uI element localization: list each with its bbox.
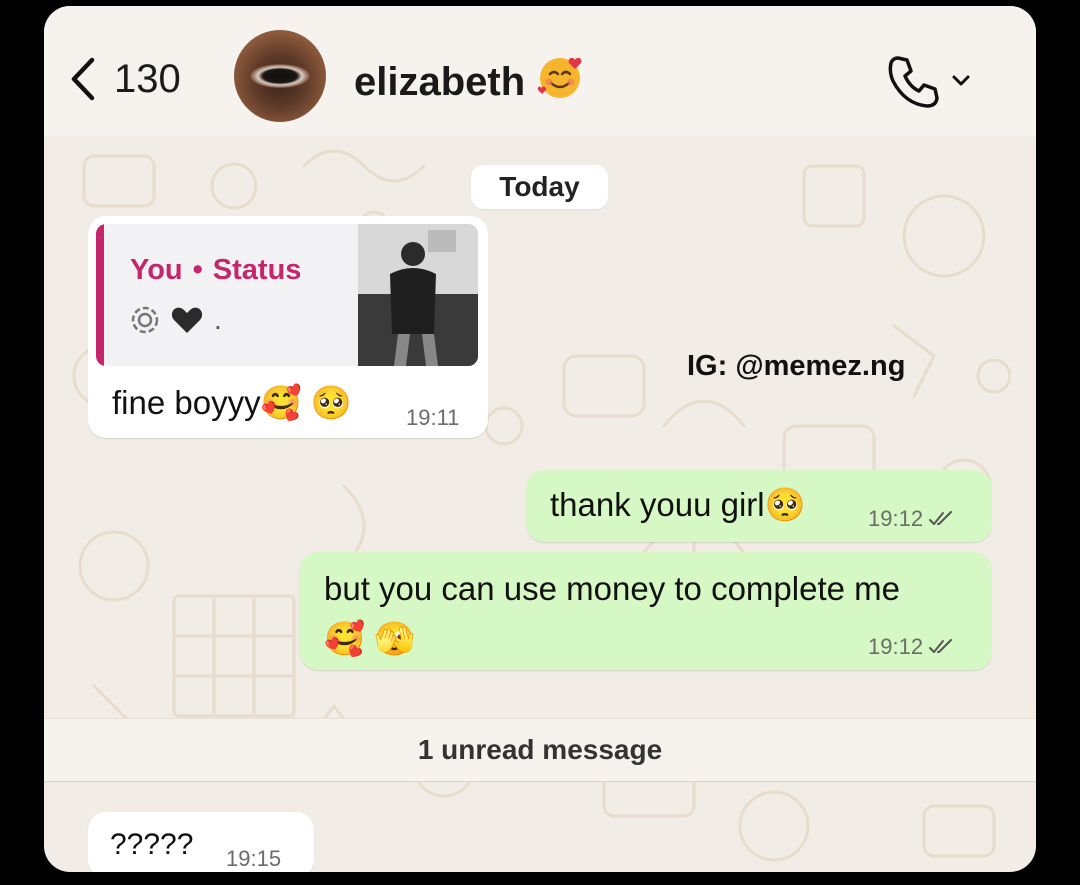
double-check-icon: [929, 639, 953, 653]
phone-icon: [888, 56, 939, 108]
message-text-line2: 🥰 🫣: [324, 620, 416, 657]
reply-source: Status: [212, 254, 302, 286]
message-time: 19:15: [226, 846, 282, 871]
back-unread-count: 130: [114, 56, 181, 101]
message-text-content: fine boyyy🥰 🥺: [112, 384, 352, 421]
outgoing-message-bubble[interactable]: thank youu girl🥺 19:12: [526, 470, 992, 542]
contact-avatar[interactable]: [234, 30, 326, 122]
status-reply-preview[interactable]: You • Status .: [96, 224, 478, 366]
message-text: ?????: [110, 828, 194, 861]
message-time: 19:12: [868, 506, 953, 532]
contact-name-area[interactable]: elizabeth: [354, 52, 585, 112]
back-button[interactable]: 130: [66, 54, 181, 104]
incoming-message-bubble[interactable]: ????? 19:15: [88, 812, 314, 872]
avatar-eye-image: [250, 64, 310, 88]
reply-title: You • Status: [130, 254, 301, 287]
reply-content: .: [130, 304, 222, 336]
status-thumbnail: [358, 224, 478, 366]
smiling-face-hearts-emoji: [535, 52, 585, 112]
black-heart-icon: [171, 307, 203, 333]
reply-content-suffix: .: [214, 304, 222, 335]
date-separator: Today: [471, 165, 608, 209]
double-check-icon: [929, 511, 953, 525]
outgoing-message-bubble[interactable]: but you can use money to complete me 🥰 🫣…: [300, 552, 992, 670]
message-text: but you can use money to complete me: [324, 570, 900, 607]
incoming-message-bubble[interactable]: You • Status . fine boyyy🥰 🥺 19:11: [88, 216, 488, 438]
unread-messages-divider: 1 unread message: [44, 718, 1036, 782]
reply-author: You: [130, 254, 183, 286]
watermark: IG: @memez.ng: [687, 350, 906, 382]
reply-separator: •: [192, 254, 203, 286]
chat-header: 130 elizabeth: [44, 6, 1036, 136]
reply-accent-bar: [96, 224, 104, 366]
voice-call-button[interactable]: [884, 52, 972, 110]
message-text: fine boyyy🥰 🥺: [112, 384, 352, 423]
message-time-text: 19:12: [868, 506, 924, 531]
message-time: 19:12: [868, 634, 953, 660]
chevron-left-icon: [71, 57, 95, 101]
message-time: 19:11: [406, 405, 460, 430]
status-icon: [131, 306, 159, 334]
contact-name: elizabeth: [354, 59, 526, 104]
chat-screen: 130 elizabeth Today You • Status . fine …: [44, 6, 1036, 872]
message-time-text: 19:12: [868, 634, 924, 659]
message-text: thank youu girl🥺: [550, 486, 806, 523]
chevron-down-icon: [952, 75, 970, 86]
